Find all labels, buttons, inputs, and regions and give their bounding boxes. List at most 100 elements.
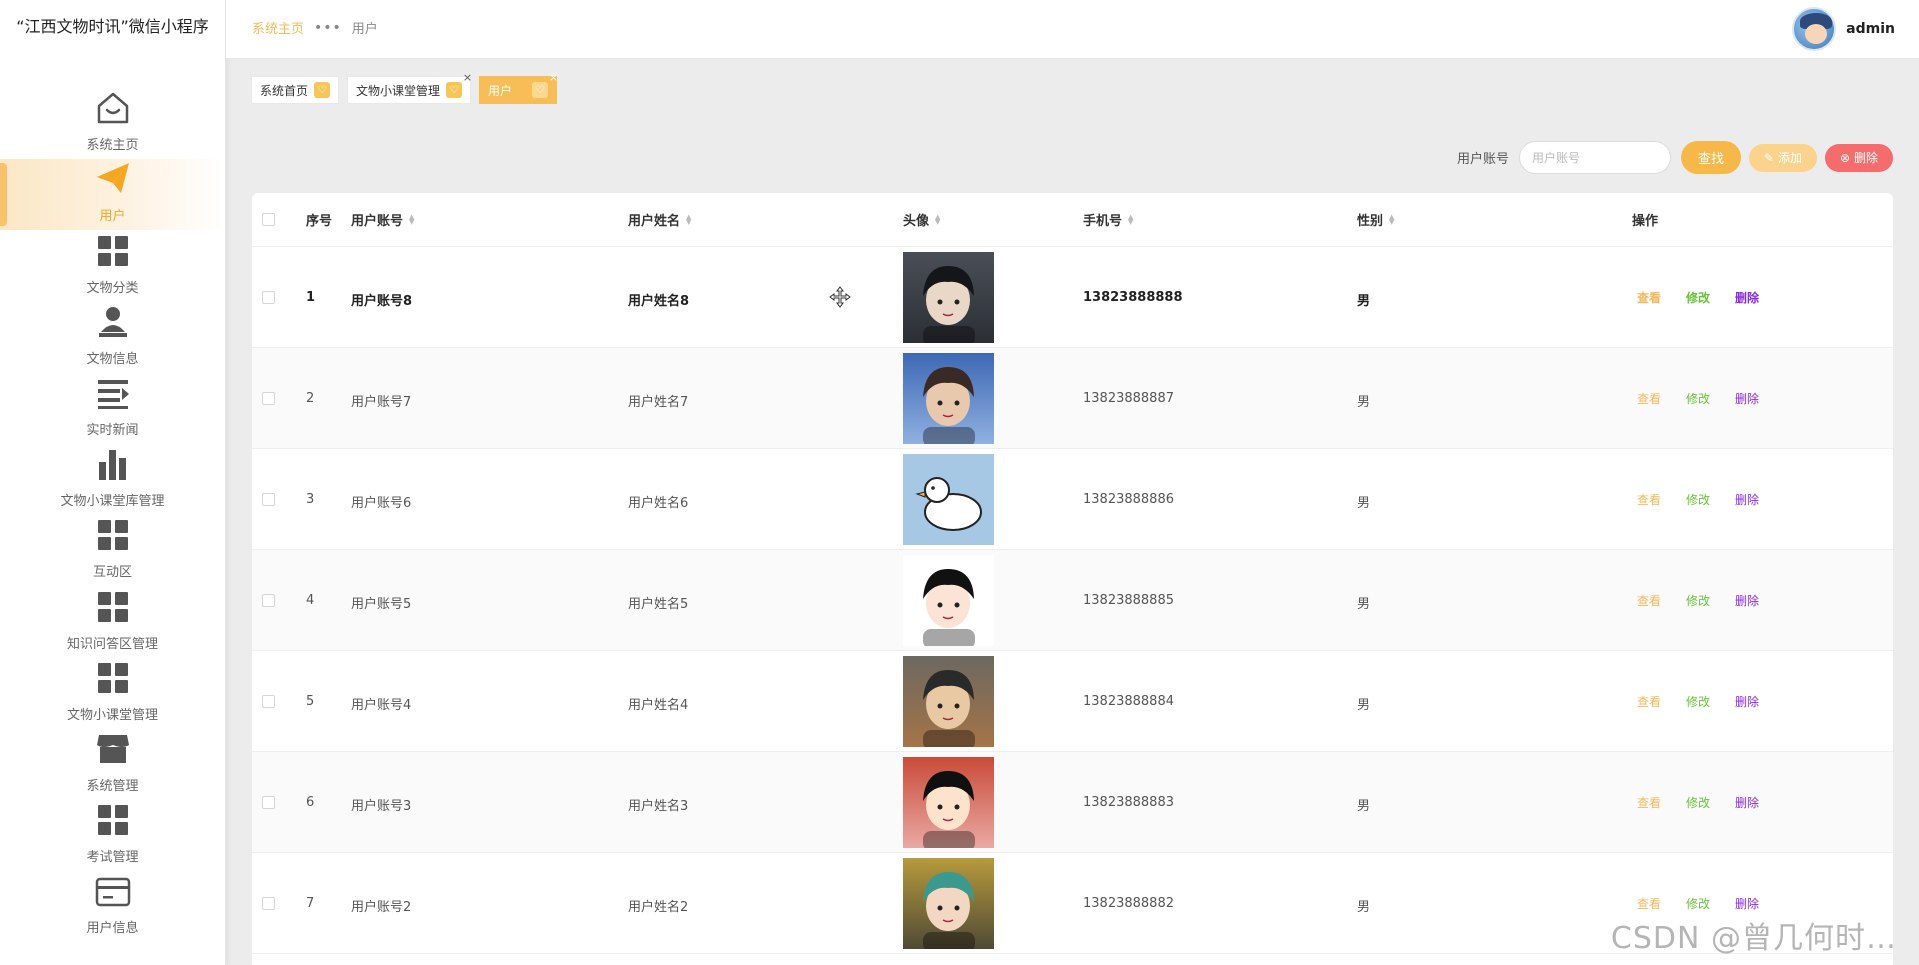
sidebar-item-news[interactable]: 实时新闻: [0, 373, 225, 444]
sidebar-item-relic-category[interactable]: 文物分类: [0, 230, 225, 301]
sidebar-item-class-library[interactable]: 文物小课堂库管理: [0, 444, 225, 515]
row-phone: 13823888888: [1083, 290, 1183, 305]
select-all-checkbox[interactable]: [262, 213, 275, 226]
row-checkbox[interactable]: [262, 392, 275, 405]
breadcrumb-home[interactable]: 系统主页: [252, 18, 304, 37]
avatar[interactable]: [1792, 7, 1837, 51]
delete-link[interactable]: 删除: [1735, 794, 1759, 811]
row-checkbox[interactable]: [262, 493, 275, 506]
user-menu[interactable]: admin: [1792, 7, 1895, 51]
row-index: 4: [306, 593, 315, 608]
row-phone: 13823888882: [1083, 896, 1174, 911]
edit-link[interactable]: 修改: [1686, 895, 1710, 912]
delete-link[interactable]: 删除: [1735, 592, 1759, 609]
sidebar-item-system[interactable]: 系统管理: [0, 729, 225, 800]
delete-link[interactable]: 删除: [1735, 895, 1759, 912]
sidebar-item-label: 系统管理: [86, 778, 139, 794]
row-index: 7: [306, 896, 315, 911]
table-row: 3 用户账号6 用户姓名6 13823888886 男 查看 修改 删除: [252, 449, 1893, 550]
search-bar: 用户账号 查找 ✎ 添加 ⊗ 删除: [1457, 141, 1893, 174]
row-phone: 13823888883: [1083, 795, 1174, 810]
row-name: 用户姓名2: [628, 900, 689, 915]
col-phone[interactable]: 手机号 ▲ ▼: [1083, 210, 1133, 229]
sidebar-item-exam[interactable]: 考试管理: [0, 800, 225, 871]
row-actions: 查看 修改 删除: [1637, 289, 1759, 306]
view-link[interactable]: 查看: [1637, 794, 1661, 811]
row-account: 用户账号4: [351, 698, 412, 713]
delete-link[interactable]: 删除: [1735, 390, 1759, 407]
row-gender: 男: [1357, 698, 1371, 713]
edit-link[interactable]: 修改: [1686, 491, 1710, 508]
sidebar-item-users[interactable]: 用户: [0, 159, 225, 231]
tag-home[interactable]: 系统首页 ♡: [251, 76, 340, 104]
user-table: 序号 用户账号 ▲ ▼ 用户姓名 ▲ ▼ 头像 ▲ ▼ 手机号 ▲ ▼ 性别 ▲ ▼ 操作 1 用户…: [252, 193, 1893, 965]
row-account: 用户账号3: [351, 799, 412, 814]
row-checkbox[interactable]: [262, 291, 275, 304]
row-actions: 查看 修改 删除: [1637, 693, 1759, 710]
sidebar-menu: 系统主页 用户 文物分类 文物信息 实时新闻 文物小课堂库管理 互动区 知识问答…: [0, 88, 225, 942]
view-link[interactable]: 查看: [1637, 390, 1661, 407]
sidebar-item-qa[interactable]: 知识问答区管理: [0, 586, 225, 657]
sidebar-item-class-manage[interactable]: 文物小课堂管理: [0, 658, 225, 729]
user-stamp-icon: [93, 302, 133, 342]
row-index: 5: [306, 694, 315, 709]
delete-link[interactable]: 删除: [1735, 491, 1759, 508]
sort-icon: ▲ ▼: [1389, 212, 1395, 226]
sidebar-item-interaction[interactable]: 互动区: [0, 515, 225, 586]
view-link[interactable]: 查看: [1637, 289, 1661, 306]
row-avatar-image: [903, 252, 994, 343]
tag-class-manage[interactable]: 文物小课堂管理 ♡ ×: [347, 71, 472, 104]
sidebar-item-relic-info[interactable]: 文物信息: [0, 302, 225, 373]
sidebar-item-label: 用户信息: [86, 921, 139, 937]
table-row: 6 用户账号3 用户姓名3 13823888883 男 查看 修改 删除: [252, 752, 1893, 853]
sort-icon: ▲ ▼: [1128, 212, 1134, 226]
col-gender[interactable]: 性别 ▲ ▼: [1357, 210, 1394, 229]
row-phone: 13823888884: [1083, 694, 1174, 709]
search-input[interactable]: [1519, 141, 1671, 174]
row-checkbox[interactable]: [262, 695, 275, 708]
col-name[interactable]: 用户姓名 ▲ ▼: [628, 210, 691, 229]
delete-link[interactable]: 删除: [1735, 693, 1759, 710]
row-index: 1: [306, 290, 316, 305]
row-phone: 13823888885: [1083, 593, 1174, 608]
row-avatar-image: [903, 555, 994, 646]
row-checkbox[interactable]: [262, 796, 275, 809]
tag-users[interactable]: 用户 ♡ ×: [479, 71, 558, 104]
row-gender: 男: [1357, 799, 1371, 814]
view-link[interactable]: 查看: [1637, 895, 1661, 912]
row-avatar-image: [903, 454, 994, 545]
close-icon[interactable]: ×: [549, 71, 558, 84]
search-button[interactable]: 查找: [1681, 141, 1741, 174]
row-checkbox[interactable]: [262, 594, 275, 607]
grid-icon: [93, 515, 133, 555]
close-icon[interactable]: ×: [463, 71, 472, 84]
col-account[interactable]: 用户账号 ▲ ▼: [351, 210, 414, 229]
delete-button[interactable]: ⊗ 删除: [1825, 143, 1893, 172]
edit-link[interactable]: 修改: [1686, 592, 1710, 609]
sidebar-item-user-info[interactable]: 用户信息: [0, 871, 225, 942]
row-phone: 13823888886: [1083, 492, 1174, 507]
sidebar-item-label: 文物小课堂管理: [66, 707, 158, 723]
edit-link[interactable]: 修改: [1686, 794, 1710, 811]
table-row: 4 用户账号5 用户姓名5 13823888885 男 查看 修改 删除: [252, 550, 1893, 651]
tag-label: 系统首页: [260, 83, 309, 98]
delete-link[interactable]: 删除: [1735, 289, 1759, 306]
tab-tags: 系统首页 ♡ 文物小课堂管理 ♡ × 用户 ♡ ×: [251, 71, 558, 104]
view-link[interactable]: 查看: [1637, 693, 1661, 710]
row-checkbox[interactable]: [262, 897, 275, 910]
row-account: 用户账号8: [351, 294, 413, 309]
view-link[interactable]: 查看: [1637, 592, 1661, 609]
username[interactable]: admin: [1846, 21, 1895, 37]
circle-x-icon: ⊗: [1839, 150, 1851, 165]
sidebar-item-label: 互动区: [92, 565, 132, 581]
edit-link[interactable]: 修改: [1686, 693, 1710, 710]
add-button[interactable]: ✎ 添加: [1749, 143, 1817, 172]
col-avatar[interactable]: 头像 ▲ ▼: [903, 210, 940, 229]
sidebar-item-home[interactable]: 系统主页: [0, 88, 225, 159]
view-link[interactable]: 查看: [1637, 491, 1661, 508]
edit-link[interactable]: 修改: [1686, 390, 1710, 407]
edit-link[interactable]: 修改: [1686, 289, 1710, 306]
top-header: 系统主页 ••• 用户 admin: [226, 0, 1919, 59]
table-header: 序号 用户账号 ▲ ▼ 用户姓名 ▲ ▼ 头像 ▲ ▼ 手机号 ▲ ▼ 性别 ▲ ▼ 操作: [252, 193, 1893, 247]
search-label: 用户账号: [1456, 152, 1509, 167]
